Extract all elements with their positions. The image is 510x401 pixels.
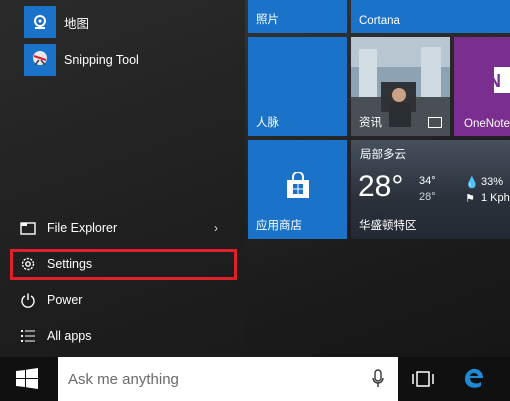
weather-condition: 局部多云 bbox=[360, 149, 406, 161]
power-icon bbox=[18, 290, 38, 310]
onenote-tile-label: OneNote bbox=[464, 118, 510, 130]
weather-tile[interactable]: 局部多云 28° 34° 28° 💧 33% ⚑ 1 Kph 华盛顿特区 bbox=[351, 140, 510, 239]
list-icon bbox=[18, 326, 38, 346]
folder-icon bbox=[18, 218, 38, 238]
taskbar: Ask me anything bbox=[0, 357, 510, 401]
app-label: 地图 bbox=[64, 16, 90, 31]
all-apps-button[interactable]: All apps bbox=[18, 321, 228, 351]
people-tile-label: 人脉 bbox=[256, 117, 279, 129]
weather-location: 华盛顿特区 bbox=[359, 220, 417, 232]
weather-high: 34° bbox=[419, 175, 436, 187]
search-box[interactable]: Ask me anything bbox=[58, 357, 398, 401]
news-icon bbox=[428, 117, 442, 128]
app-item-snipping-tool[interactable]: Snipping Tool bbox=[0, 44, 240, 76]
task-view-button[interactable] bbox=[412, 370, 434, 393]
app-label: Snipping Tool bbox=[64, 53, 139, 67]
weather-humidity: 33% bbox=[481, 176, 504, 188]
start-menu-left-pane: 地图 Snipping Tool File Explorer › Setting… bbox=[0, 0, 245, 357]
weather-temp: 28° bbox=[358, 170, 404, 203]
all-apps-label: All apps bbox=[47, 329, 92, 343]
store-bag-icon bbox=[287, 172, 309, 198]
news-tile[interactable]: 资讯 bbox=[351, 37, 450, 136]
photos-tile-label: 照片 bbox=[256, 14, 279, 26]
chevron-right-icon[interactable]: › bbox=[214, 221, 218, 235]
photos-tile[interactable]: 照片 bbox=[248, 0, 347, 33]
file-explorer-label: File Explorer bbox=[47, 221, 118, 235]
store-tile[interactable]: 应用商店 bbox=[248, 140, 347, 239]
news-tile-label: 资讯 bbox=[359, 117, 382, 129]
wind-icon: ⚑ bbox=[465, 193, 475, 205]
power-button[interactable]: Power bbox=[18, 285, 228, 315]
file-explorer-button[interactable]: File Explorer › bbox=[18, 213, 228, 243]
edge-button[interactable] bbox=[462, 366, 486, 395]
onenote-tile[interactable]: N OneNote bbox=[454, 37, 510, 136]
maps-icon bbox=[24, 6, 56, 38]
snipping-tool-icon bbox=[24, 44, 56, 76]
cortana-tile-label: Cortana bbox=[359, 15, 400, 27]
power-label: Power bbox=[47, 293, 83, 307]
search-placeholder: Ask me anything bbox=[68, 370, 179, 388]
people-tile[interactable]: 人脉 bbox=[248, 37, 347, 136]
edge-icon bbox=[465, 368, 483, 388]
task-view-icon bbox=[412, 371, 434, 387]
droplet-icon: 💧 bbox=[465, 177, 479, 189]
store-tile-label: 应用商店 bbox=[256, 220, 302, 232]
weather-wind: 1 Kph bbox=[481, 192, 510, 204]
windows-logo-icon bbox=[16, 368, 38, 389]
app-item-maps[interactable]: 地图 bbox=[0, 6, 240, 38]
onenote-icon: N bbox=[488, 67, 510, 93]
cortana-tile[interactable]: Cortana bbox=[351, 0, 510, 33]
start-button[interactable] bbox=[14, 367, 40, 391]
weather-low: 28° bbox=[419, 191, 436, 203]
settings-highlight-box bbox=[10, 249, 237, 280]
microphone-icon[interactable] bbox=[372, 369, 384, 389]
